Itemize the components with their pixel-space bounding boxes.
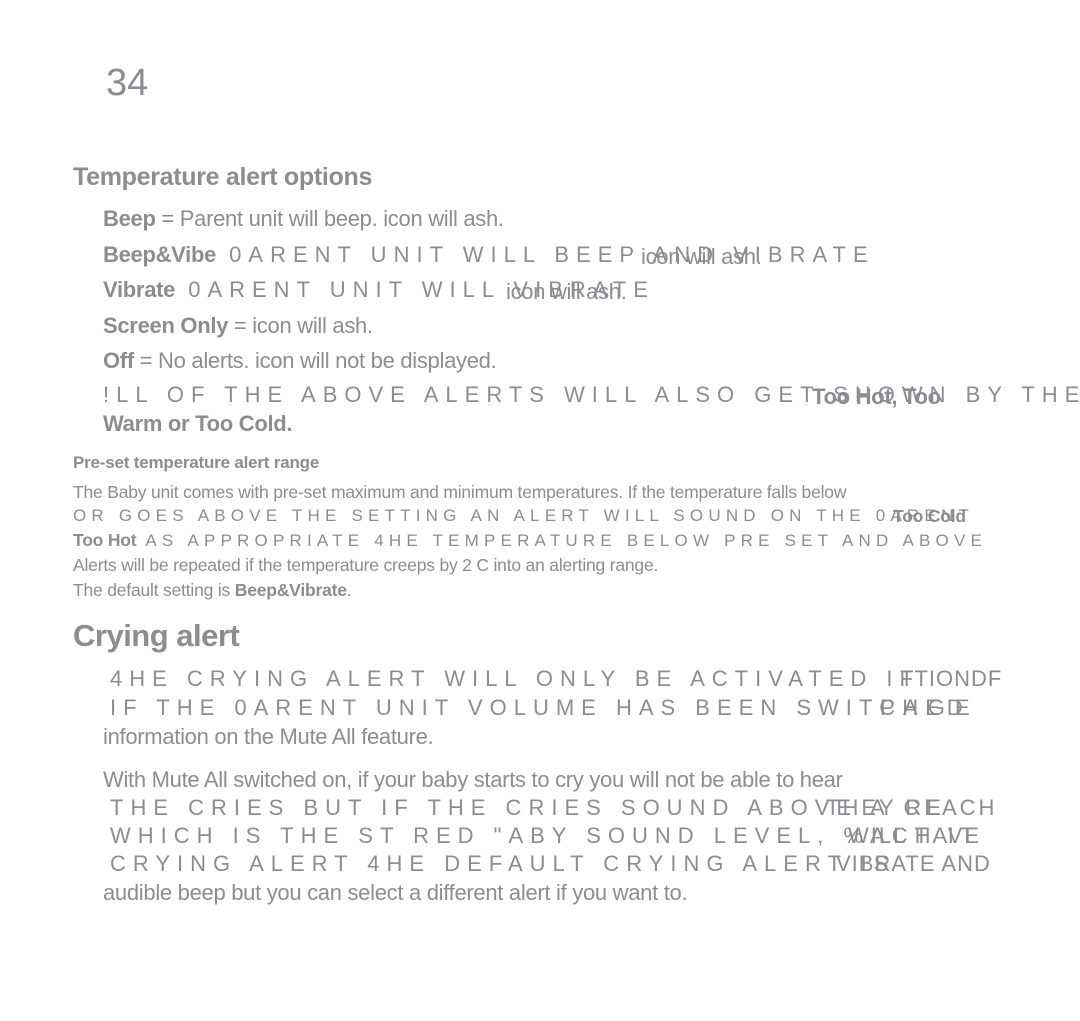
alerts-note-line2: Warm or Too Cold. bbox=[103, 411, 293, 436]
crying-para2-line5: audible beep but you can select a differ… bbox=[103, 880, 688, 905]
crying-para1-line3: information on the Mute All feature. bbox=[103, 724, 434, 749]
option-term: Beep&Vibe bbox=[103, 242, 217, 267]
preset-desc: AS APPROPRIATE 4HE TEMPERATURE BELOW PRE… bbox=[136, 531, 988, 550]
section-heading-crying-alert: Crying alert bbox=[73, 618, 240, 653]
crying-para1-line1: 4HE CRYING ALERT WILL ONLY BE ACTIVATED … bbox=[110, 666, 920, 691]
crying-para2-line4-overlay: VIBRATE AND bbox=[836, 851, 991, 876]
option-term: Beep bbox=[103, 206, 156, 231]
option-beep: Beep = Parent unit will beep. icon will … bbox=[103, 206, 504, 232]
preset-default-suffix: . bbox=[346, 580, 352, 600]
preset-term: Too Hot bbox=[73, 530, 137, 550]
crying-para2-line2: THE CRIES BUT IF THE CRIES SOUND ABOVE A… bbox=[110, 795, 949, 820]
subheading-preset-range: Pre-set temperature alert range bbox=[73, 453, 320, 472]
option-desc: = Parent unit will beep. icon will ash. bbox=[155, 206, 504, 231]
crying-para2-line4: CRYING ALERT 4HE DEFAULT CRYING ALERT IS bbox=[110, 851, 896, 876]
crying-para2-line3-overlay: WILL HAVE bbox=[848, 823, 981, 848]
option-desc: = No alerts. icon will not be displayed. bbox=[133, 348, 497, 373]
option-term: Screen Only bbox=[103, 313, 229, 338]
option-screen-only: Screen Only = icon will ash. bbox=[103, 313, 373, 339]
preset-default-term: Beep&Vibrate bbox=[234, 580, 347, 600]
preset-line5: The default setting is Beep&Vibrate. bbox=[73, 580, 352, 601]
option-term: Off bbox=[103, 348, 134, 373]
crying-para1-line2: IF THE 0ARENT UNIT VOLUME HAS BEEN SWITC… bbox=[110, 695, 970, 720]
crying-para2-line2-overlay: THEY REACH bbox=[826, 795, 998, 820]
preset-line2: OR GOES ABOVE THE SETTING AN ALERT WILL … bbox=[73, 506, 975, 525]
section-heading-temperature-alert-options: Temperature alert options bbox=[73, 163, 373, 191]
option-beep-vibe: Beep&Vibe 0ARENT UNIT WILL BEEP AND VIBR… bbox=[103, 242, 875, 269]
preset-line1: The Baby unit comes with pre-set maximum… bbox=[73, 482, 847, 502]
preset-line4: Alerts will be repeated if the temperatu… bbox=[73, 555, 659, 575]
preset-line2-overlay: Too Cold bbox=[893, 506, 966, 526]
preset-default-prefix: The default setting is bbox=[73, 580, 235, 600]
option-overlay-text: icon will ash. bbox=[506, 279, 627, 304]
alerts-note-overlay: Too Hot, Too bbox=[812, 384, 941, 409]
option-vibrate: Vibrate 0ARENT UNIT WILL VIBRATE icon wi… bbox=[103, 277, 655, 304]
crying-para1-line2-overlay: PAGE bbox=[880, 695, 980, 720]
option-desc: = icon will ash. bbox=[228, 313, 373, 338]
option-overlay-text: icon will ash. bbox=[641, 244, 762, 269]
crying-para1-line1-overlay: TTIONDF bbox=[900, 666, 1003, 691]
option-off: Off = No alerts. icon will not be displa… bbox=[103, 348, 497, 374]
option-desc: 0ARENT UNIT WILL BEEP AND VIBRATE bbox=[216, 242, 875, 267]
page-number: 34 bbox=[106, 62, 149, 104]
preset-line3: Too Hot AS APPROPRIATE 4HE TEMPERATURE B… bbox=[73, 530, 987, 551]
crying-para2-line1: With Mute All switched on, if your baby … bbox=[103, 767, 843, 792]
option-term: Vibrate bbox=[103, 277, 176, 302]
